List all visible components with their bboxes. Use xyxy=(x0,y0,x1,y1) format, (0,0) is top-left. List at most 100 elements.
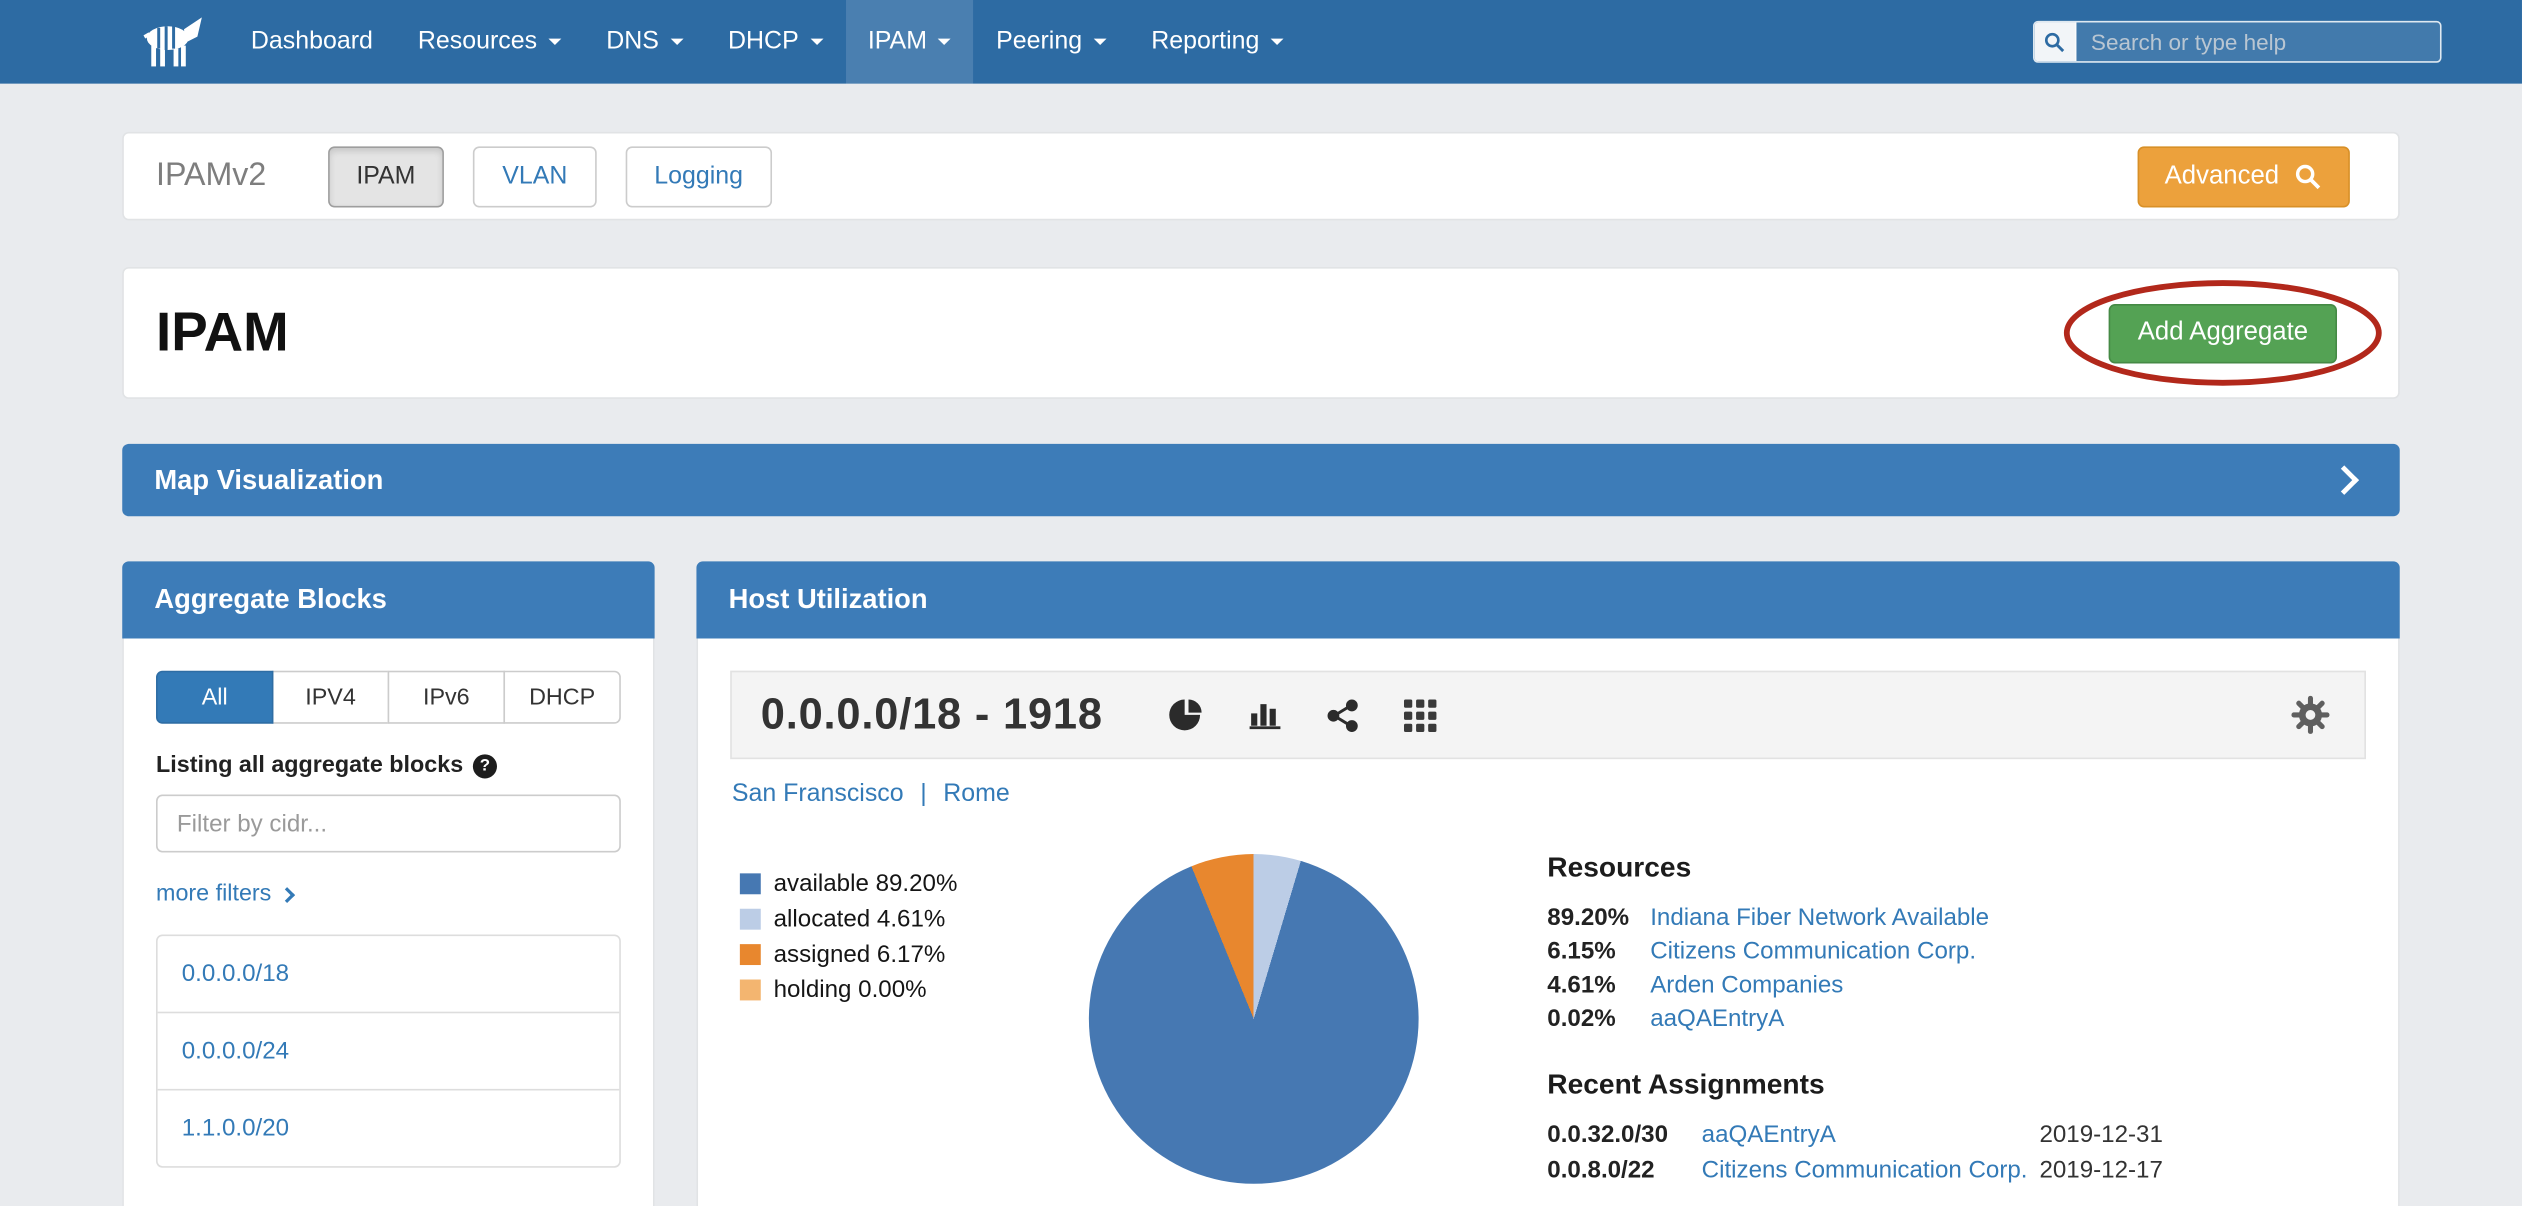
app-root: Dashboard Resources DNS DHCP IPAM Peerin… xyxy=(0,0,2522,1206)
share-icon[interactable] xyxy=(1325,697,1360,732)
gear-icon[interactable] xyxy=(2289,693,2332,736)
add-aggregate-button[interactable]: Add Aggregate xyxy=(2109,303,2337,363)
assignment-date: 2019-12-31 xyxy=(2039,1118,2366,1153)
legend-swatch-allocated xyxy=(740,909,761,930)
help-icon[interactable]: ? xyxy=(473,754,497,778)
add-aggregate-wrap: Add Aggregate xyxy=(2109,303,2337,363)
panels-row: Aggregate Blocks All IPV4 IPv6 DHCP List… xyxy=(122,561,2399,1206)
nav-label: Dashboard xyxy=(251,27,373,56)
listing-label-row: Listing all aggregate blocks ? xyxy=(156,753,621,779)
aggregate-filter-group: All IPV4 IPv6 DHCP xyxy=(156,671,621,724)
legend-item-assigned[interactable]: assigned 6.17% xyxy=(740,941,1044,968)
chevron-right-icon xyxy=(279,886,295,902)
magnifier-icon xyxy=(2294,162,2323,191)
assignment-date: 2019-12-17 xyxy=(2039,1153,2366,1188)
nav-label: Peering xyxy=(996,27,1082,56)
more-filters-link[interactable]: more filters xyxy=(156,881,292,907)
resource-percent: 6.15% xyxy=(1547,934,1650,968)
resource-percent: 0.02% xyxy=(1547,1002,1650,1036)
legend-swatch-assigned xyxy=(740,944,761,965)
assignment-row: 0.0.8.0/22 Citizens Communication Corp. … xyxy=(1547,1153,2366,1188)
subnet-title: 0.0.0.0/18 - 1918 xyxy=(761,690,1103,740)
pie-chart-glyph xyxy=(1167,696,1204,733)
map-visualization-bar[interactable]: Map Visualization xyxy=(122,444,2399,516)
caret-down-icon xyxy=(810,39,823,45)
assignment-link[interactable]: Citizens Communication Corp. xyxy=(1702,1153,2040,1188)
nav-item-dns[interactable]: DNS xyxy=(584,0,706,84)
resource-link[interactable]: Citizens Communication Corp. xyxy=(1650,934,2366,968)
resource-link[interactable]: Arden Companies xyxy=(1650,968,2366,1002)
assignment-row: 0.0.32.0/30 aaQAEntryA 2019-12-31 xyxy=(1547,1118,2366,1153)
legend-label: available 89.20% xyxy=(774,870,958,897)
listing-label: Listing all aggregate blocks xyxy=(156,753,463,779)
nav-item-dhcp[interactable]: DHCP xyxy=(706,0,846,84)
cidr-filter-input[interactable] xyxy=(156,795,621,853)
aggregate-block-link[interactable]: 1.1.0.0/20 xyxy=(158,1089,620,1166)
tab-ipam[interactable]: IPAM xyxy=(327,146,444,207)
legend-item-holding[interactable]: holding 0.00% xyxy=(740,976,1044,1003)
assignment-link[interactable]: aaQAEntryA xyxy=(1702,1118,2040,1153)
top-navbar: Dashboard Resources DNS DHCP IPAM Peerin… xyxy=(0,0,2522,84)
filter-all-button[interactable]: All xyxy=(156,671,273,724)
resource-percent: 89.20% xyxy=(1547,901,1650,935)
assignment-cidr: 0.0.32.0/30 xyxy=(1547,1118,1701,1153)
gear-glyph xyxy=(2289,693,2332,736)
legend-label: holding 0.00% xyxy=(774,976,927,1003)
legend-label: assigned 6.17% xyxy=(774,941,946,968)
aggregate-block-list: 0.0.0.0/18 0.0.0.0/24 1.1.0.0/20 xyxy=(156,934,621,1167)
grid-icon[interactable] xyxy=(1402,697,1437,732)
resource-row: 0.02% aaQAEntryA xyxy=(1547,1002,2366,1036)
filter-dhcp-button[interactable]: DHCP xyxy=(503,671,620,724)
resource-row: 4.61% Arden Companies xyxy=(1547,968,2366,1002)
subnet-toolbar: 0.0.0.0/18 - 1918 xyxy=(730,671,2366,759)
legend-swatch-available xyxy=(740,873,761,894)
tab-logging[interactable]: Logging xyxy=(625,146,772,207)
toolbar-title: IPAMv2 xyxy=(156,158,266,195)
location-link-san-franscisco[interactable]: San Franscisco xyxy=(732,780,904,807)
aggregate-blocks-header: Aggregate Blocks xyxy=(122,561,654,638)
search-input[interactable] xyxy=(2076,23,2439,62)
resource-link[interactable]: aaQAEntryA xyxy=(1650,1002,2366,1036)
nav-item-dashboard[interactable]: Dashboard xyxy=(228,0,395,84)
nav-item-reporting[interactable]: Reporting xyxy=(1129,0,1306,84)
filter-ipv6-button[interactable]: IPv6 xyxy=(388,671,505,724)
navbar-search xyxy=(2033,21,2442,63)
page-title: IPAM xyxy=(156,302,289,365)
caret-down-icon xyxy=(938,39,951,45)
nav-label: DHCP xyxy=(728,27,799,56)
utilization-pie[interactable] xyxy=(1089,854,1419,1184)
nav-label: DNS xyxy=(606,27,659,56)
legend-item-available[interactable]: available 89.20% xyxy=(740,870,1044,897)
pie-legend: available 89.20% allocated 4.61% assigne… xyxy=(730,848,1044,1189)
bar-chart-icon[interactable] xyxy=(1246,696,1283,733)
location-link-rome[interactable]: Rome xyxy=(943,780,1010,807)
pie-chart-icon[interactable] xyxy=(1167,696,1204,733)
zebra-logo-icon[interactable] xyxy=(116,0,229,84)
utilization-chart-area: available 89.20% allocated 4.61% assigne… xyxy=(730,848,2366,1189)
nav-item-resources[interactable]: Resources xyxy=(395,0,583,84)
legend-item-allocated[interactable]: allocated 4.61% xyxy=(740,906,1044,933)
resource-row: 89.20% Indiana Fiber Network Available xyxy=(1547,901,2366,935)
tab-vlan[interactable]: VLAN xyxy=(473,146,596,207)
search-icon[interactable] xyxy=(2035,23,2077,62)
aggregate-block-link[interactable]: 0.0.0.0/24 xyxy=(158,1012,620,1089)
nav-label: IPAM xyxy=(868,27,927,56)
nav-item-ipam[interactable]: IPAM xyxy=(845,0,973,84)
legend-label: allocated 4.61% xyxy=(774,906,946,933)
map-visualization-label: Map Visualization xyxy=(154,464,383,496)
filter-ipv4-button[interactable]: IPV4 xyxy=(272,671,389,724)
advanced-button[interactable]: Advanced xyxy=(2137,146,2350,207)
recent-assignments-title: Recent Assignments xyxy=(1547,1068,2366,1102)
resource-percent: 4.61% xyxy=(1547,968,1650,1002)
more-filters-label: more filters xyxy=(156,881,271,907)
resource-link[interactable]: Indiana Fiber Network Available xyxy=(1650,901,2366,935)
host-utilization-header: Host Utilization xyxy=(696,561,2399,638)
screen: Dashboard Resources DNS DHCP IPAM Peerin… xyxy=(0,0,2522,1206)
resources-title: Resources xyxy=(1547,851,2366,885)
ipamv2-toolbar: IPAMv2 IPAM VLAN Logging Advanced xyxy=(122,132,2399,220)
nav-item-peering[interactable]: Peering xyxy=(974,0,1129,84)
host-utilization-body: 0.0.0.0/18 - 1918 xyxy=(696,639,2399,1206)
zebra-logo-svg xyxy=(135,12,209,72)
bar-chart-glyph xyxy=(1246,696,1283,733)
aggregate-block-link[interactable]: 0.0.0.0/18 xyxy=(158,936,620,1012)
